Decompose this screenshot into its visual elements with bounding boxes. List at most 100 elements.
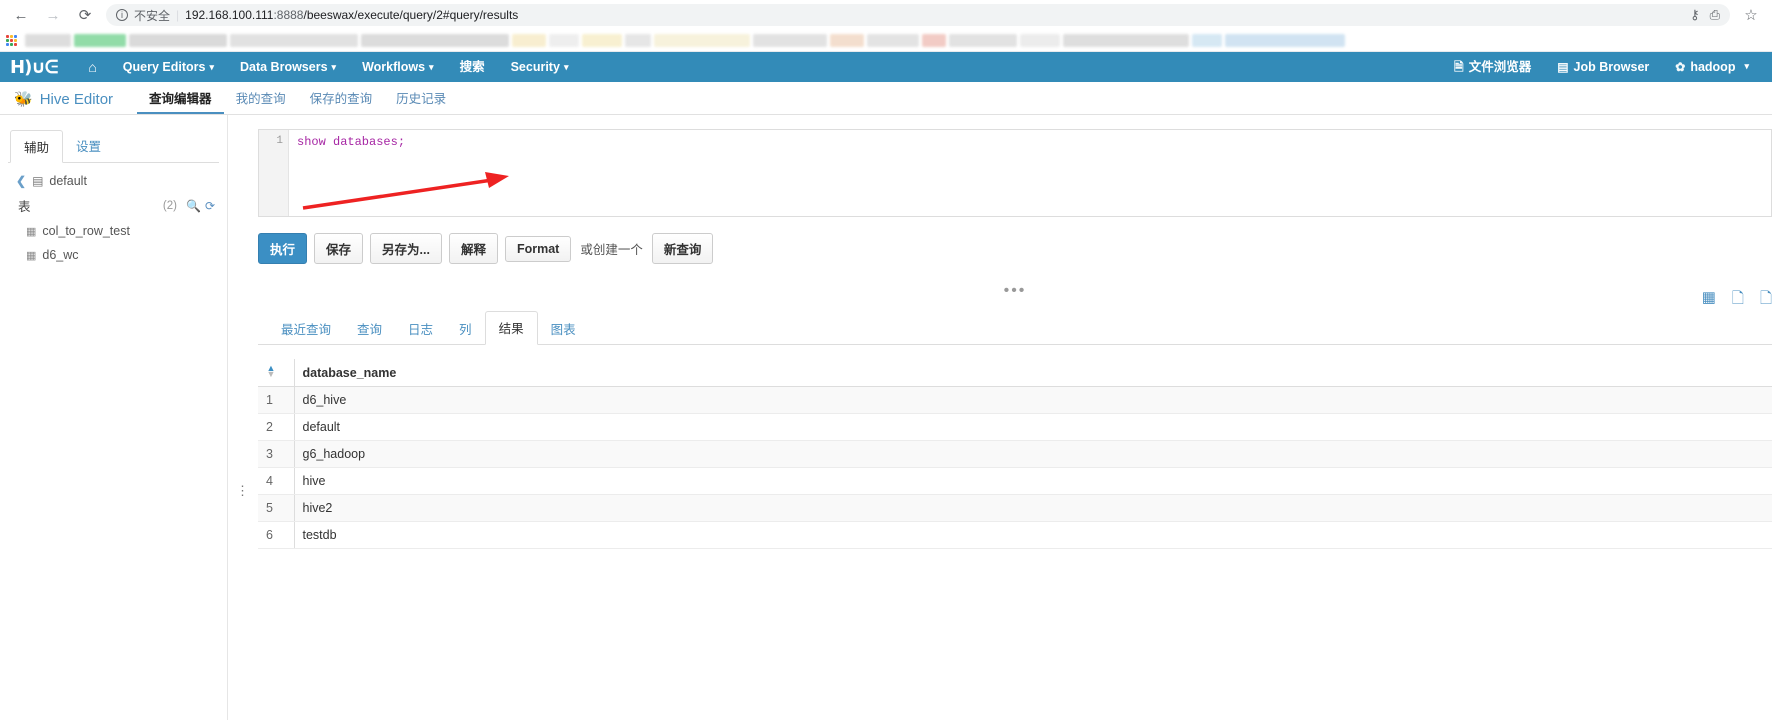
- bookmark-item[interactable]: [922, 34, 946, 47]
- table-row[interactable]: 2 default: [258, 413, 1772, 441]
- tab-logs[interactable]: 日志: [395, 313, 446, 345]
- sort-arrows-icon[interactable]: ▲ ▼: [266, 364, 276, 379]
- resize-handle[interactable]: •••: [258, 282, 1772, 300]
- tab-recent-queries[interactable]: 最近查询: [268, 313, 344, 345]
- sql-keyword: show databases: [297, 135, 398, 149]
- hue-logo[interactable]: ᕼ)∪ᕮ: [8, 57, 75, 78]
- tab-query-editor[interactable]: 查询编辑器: [137, 84, 224, 114]
- tab-saved-queries[interactable]: 保存的查询: [298, 84, 385, 114]
- download-icon[interactable]: 🗋: [1732, 288, 1744, 313]
- sidebar-table-item[interactable]: ▦ col_to_row_test: [0, 219, 227, 243]
- sidebar-tab-settings[interactable]: 设置: [63, 130, 114, 163]
- url-path: /beeswax/execute/query/2#query/results: [303, 8, 519, 22]
- gear-icon: ✿: [1675, 60, 1686, 74]
- execute-button[interactable]: 执行: [258, 233, 308, 264]
- nav-security[interactable]: Security ▾: [498, 52, 582, 82]
- tab-columns[interactable]: 列: [446, 313, 485, 345]
- cell-database-name: hive: [294, 467, 1772, 495]
- nav-label: Data Browsers: [239, 60, 328, 74]
- nav-search[interactable]: 搜索: [447, 52, 498, 82]
- bookmark-item[interactable]: [582, 34, 622, 47]
- row-number: 3: [258, 440, 295, 468]
- bookmark-item[interactable]: [753, 34, 827, 47]
- new-query-button[interactable]: 新查询: [651, 233, 714, 264]
- grid-drag-handle[interactable]: ⋮: [236, 484, 249, 497]
- star-icon[interactable]: ☆: [1740, 4, 1762, 26]
- or-create-label: 或创建一个: [580, 243, 643, 257]
- bookmark-item[interactable]: [1020, 34, 1060, 47]
- chevron-left-icon[interactable]: ❮: [16, 174, 26, 188]
- bookmark-item[interactable]: [654, 34, 750, 47]
- table-row[interactable]: 6 testdb: [258, 521, 1772, 549]
- sidebar: 辅助 设置 ❮ ▤ default 表 (2) 🔍 ⟳ ▦ col_to_row…: [0, 115, 228, 720]
- bookmark-item[interactable]: [1063, 34, 1189, 47]
- info-icon[interactable]: i: [116, 9, 128, 21]
- search-icon[interactable]: 🔍: [186, 199, 201, 213]
- sort-column-header[interactable]: ▲ ▼: [258, 359, 295, 387]
- bookmark-item[interactable]: [361, 34, 509, 47]
- grid-export-icon[interactable]: ▦: [1702, 288, 1716, 313]
- tab-query[interactable]: 查询: [344, 313, 395, 345]
- save-button[interactable]: 保存: [314, 233, 364, 264]
- bookmark-item[interactable]: [1225, 34, 1345, 47]
- save-as-button[interactable]: 另存为...: [370, 233, 442, 264]
- translate-icon[interactable]: ⎙: [1710, 7, 1720, 23]
- sql-editor[interactable]: 1 show databases;: [258, 129, 1772, 217]
- bookmark-item[interactable]: [549, 34, 579, 47]
- database-name: default: [49, 174, 87, 188]
- nav-data-browsers[interactable]: Data Browsers ▾: [227, 52, 349, 82]
- tab-results[interactable]: 结果: [484, 311, 538, 345]
- nav-label: hadoop: [1690, 60, 1736, 74]
- bookmark-item[interactable]: [74, 34, 126, 47]
- row-number: 1: [258, 386, 295, 414]
- table-row[interactable]: 4 hive: [258, 467, 1772, 495]
- bookmark-item[interactable]: [949, 34, 1017, 47]
- bookmark-item[interactable]: [1192, 34, 1222, 47]
- forward-arrow-icon[interactable]: →: [42, 4, 64, 26]
- main-content: 1 show databases; 执行 保存 另存为... 解释 Format…: [228, 115, 1772, 720]
- sidebar-tab-assist[interactable]: 辅助: [10, 130, 64, 163]
- tab-my-queries[interactable]: 我的查询: [224, 84, 298, 114]
- address-bar[interactable]: i 不安全 | 192.168.100.111:8888/beeswax/exe…: [106, 4, 1730, 26]
- bookmark-item[interactable]: [230, 34, 358, 47]
- sidebar-table-item[interactable]: ▦ d6_wc: [0, 243, 227, 267]
- file-export-icon[interactable]: 🗋: [1760, 288, 1772, 313]
- results-header: 最近查询 查询 日志 列 结果 图表 ▦ 🗋 🗋: [258, 289, 1772, 345]
- nav-job-browser[interactable]: ▤ Job Browser: [1544, 52, 1662, 82]
- nav-query-editors[interactable]: Query Editors ▾: [110, 52, 227, 82]
- bookmark-item[interactable]: [625, 34, 651, 47]
- bookmark-item[interactable]: [512, 34, 546, 47]
- bookmarks-bar: [0, 30, 1772, 52]
- editor-header: 🐝 Hive Editor 查询编辑器 我的查询 保存的查询 历史记录: [0, 82, 1772, 115]
- bookmark-item[interactable]: [830, 34, 864, 47]
- results-table-head: ▲ ▼ database_name: [258, 359, 1772, 387]
- explain-button[interactable]: 解释: [448, 233, 498, 264]
- nav-label: Workflows: [362, 60, 426, 74]
- reload-icon[interactable]: ⟳: [74, 4, 96, 26]
- nav-label: Query Editors: [122, 60, 206, 74]
- table-row[interactable]: 1 d6_hive: [258, 386, 1772, 414]
- editor-code-area[interactable]: show databases;: [289, 130, 1771, 216]
- nav-user-menu[interactable]: ✿ hadoop ▾: [1662, 52, 1762, 82]
- bookmark-item[interactable]: [25, 34, 71, 47]
- table-row[interactable]: 3 g6_hadoop: [258, 440, 1772, 468]
- table-row[interactable]: 5 hive2: [258, 494, 1772, 522]
- table-name: col_to_row_test: [42, 224, 130, 238]
- format-button[interactable]: Format: [504, 235, 572, 262]
- apps-grid-icon[interactable]: [6, 34, 18, 47]
- cell-database-name: default: [294, 413, 1772, 441]
- nav-label: Job Browser: [1573, 60, 1650, 74]
- tab-chart[interactable]: 图表: [538, 313, 589, 345]
- home-icon[interactable]: ⌂: [75, 52, 109, 82]
- chevron-down-icon: ▾: [1744, 61, 1749, 71]
- tab-history[interactable]: 历史记录: [384, 84, 458, 114]
- back-arrow-icon[interactable]: ←: [10, 4, 32, 26]
- bookmark-item[interactable]: [867, 34, 919, 47]
- database-selector[interactable]: ❮ ▤ default: [0, 163, 227, 192]
- nav-workflows[interactable]: Workflows ▾: [349, 52, 447, 82]
- bookmark-item[interactable]: [129, 34, 227, 47]
- column-header-database-name[interactable]: database_name: [294, 359, 1772, 387]
- nav-file-browser[interactable]: 🗎 文件浏览器: [1441, 52, 1544, 82]
- key-icon[interactable]: ⚷: [1690, 7, 1700, 23]
- refresh-icon[interactable]: ⟳: [205, 199, 215, 213]
